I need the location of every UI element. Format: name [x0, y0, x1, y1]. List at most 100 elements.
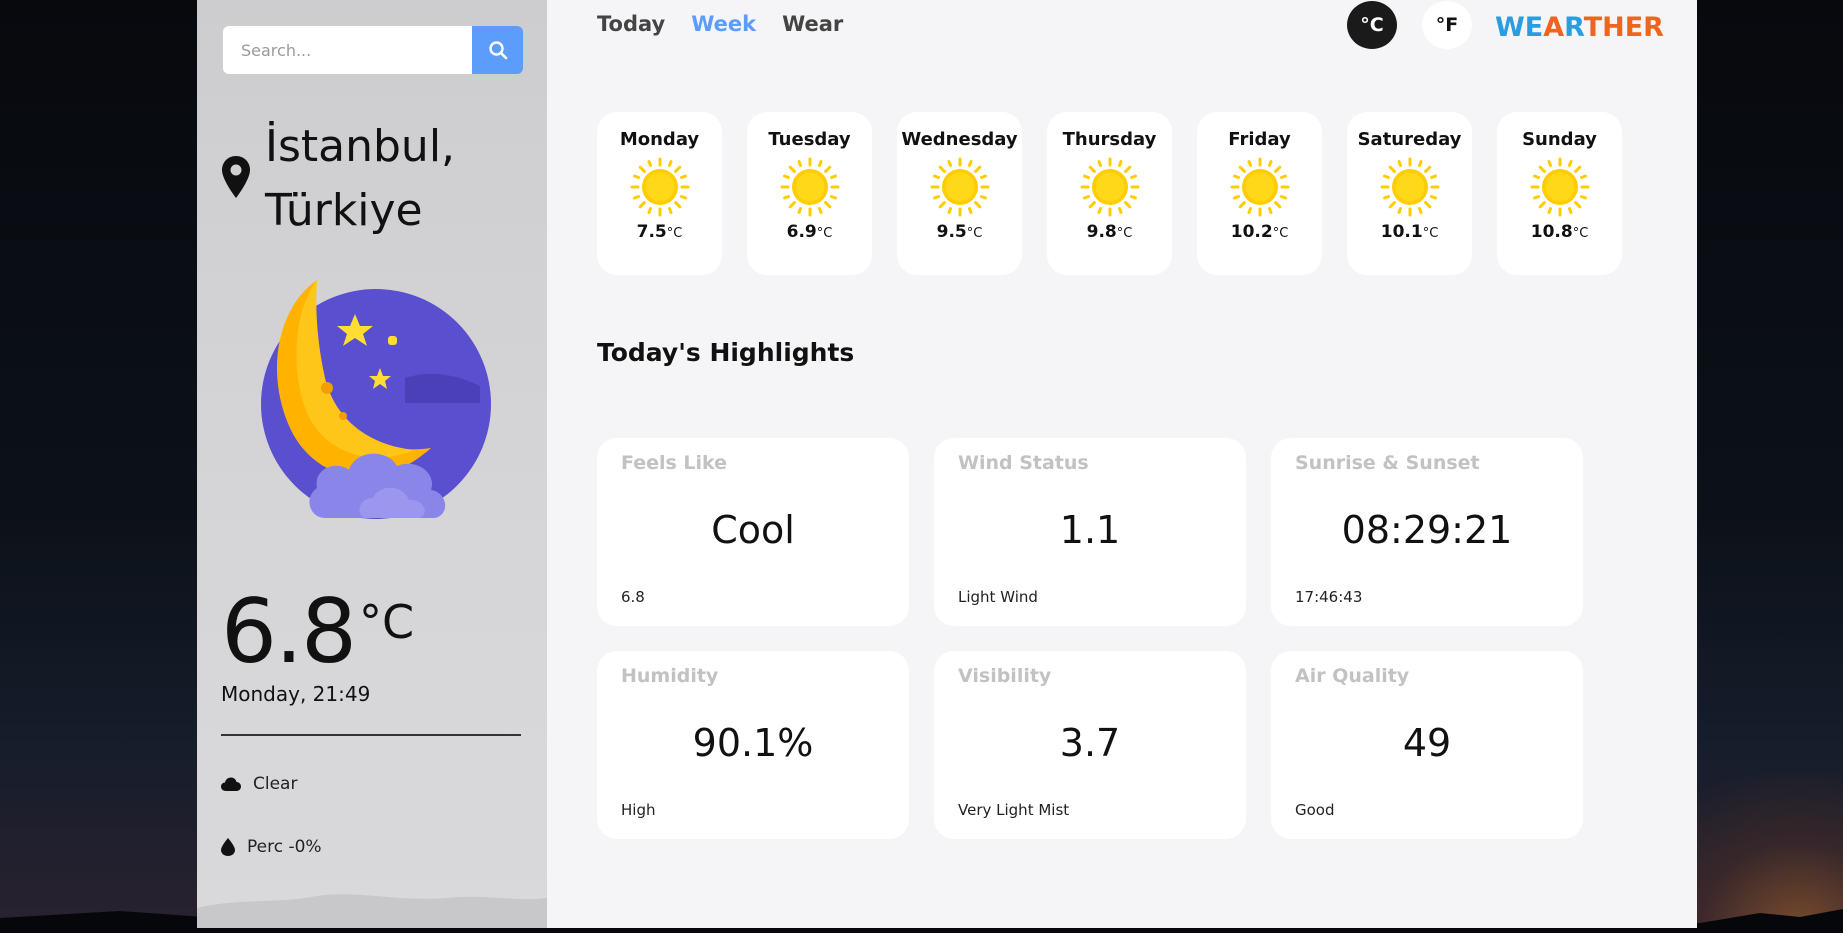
tab-today[interactable]: Today: [597, 12, 665, 36]
day-card-tuesday[interactable]: Tuesday 6.9°C: [747, 112, 872, 275]
app-window: İstanbul, Türkiye 6.8 °C Monday, 21:49: [197, 0, 1697, 928]
map-pin-icon: [222, 156, 250, 198]
app-logo: WEARTHER: [1495, 12, 1664, 43]
day-temp-value: 10.2: [1230, 222, 1273, 242]
sun-icon: [1080, 157, 1139, 217]
highlight-sub: 17:46:43: [1295, 588, 1363, 606]
day-card-sunday[interactable]: Sunday 10.8°C: [1497, 112, 1622, 275]
highlight-value: 90.1%: [692, 721, 814, 765]
day-card-friday[interactable]: Friday 10.2°C: [1197, 112, 1322, 275]
day-temp: 9.5°C: [937, 222, 983, 242]
location: İstanbul, Türkiye: [221, 115, 455, 243]
highlight-wind-status: Wind Status 1.1 Light Wind: [934, 438, 1246, 626]
precipitation-row: Perc -0%: [221, 837, 322, 857]
day-temp: 10.8°C: [1531, 222, 1589, 242]
sidebar-divider: [221, 734, 521, 736]
highlight-sunrise-sunset: Sunrise & Sunset 08:29:21 17:46:43: [1271, 438, 1583, 626]
day-temp: 10.1°C: [1381, 222, 1439, 242]
highlight-sub: Light Wind: [958, 588, 1038, 606]
current-datetime: Monday, 21:49: [221, 682, 371, 706]
day-card-wednesday[interactable]: Wednesday 9.5°C: [897, 112, 1022, 275]
logo-part-1: WE: [1495, 12, 1544, 43]
day-card-monday[interactable]: Monday 7.5°C: [597, 112, 722, 275]
day-temp-value: 10.8: [1530, 222, 1573, 242]
day-temp: 7.5°C: [637, 222, 683, 242]
highlight-title: Air Quality: [1295, 665, 1410, 687]
day-name: Sunday: [1522, 129, 1597, 150]
highlight-title: Visibility: [958, 665, 1052, 687]
sun-icon: [1530, 157, 1589, 217]
search-icon: [488, 41, 507, 60]
moon-night-icon: [261, 280, 491, 519]
highlight-title: Wind Status: [958, 452, 1089, 474]
current-temp-unit: °C: [358, 595, 415, 649]
day-temp-unit: °C: [1572, 226, 1589, 241]
day-temp-value: 10.1: [1380, 222, 1423, 242]
day-temp-value: 9.8: [1086, 222, 1117, 242]
highlight-title: Humidity: [621, 665, 719, 687]
tab-week[interactable]: Week: [691, 12, 756, 36]
location-country: Türkiye: [265, 185, 423, 236]
day-temp-value: 7.5: [636, 222, 667, 242]
week-forecast: Monday 7.5°C Tuesday 6.9°C Wednesday 9.5…: [597, 112, 1622, 275]
highlight-feels-like: Feels Like Cool 6.8: [597, 438, 909, 626]
day-temp-unit: °C: [1272, 226, 1289, 241]
day-temp-value: 6.9: [786, 222, 817, 242]
sun-icon: [1380, 157, 1439, 217]
day-name: Tuesday: [768, 129, 851, 150]
logo-part-4: THER: [1583, 12, 1664, 43]
sun-icon: [930, 157, 989, 217]
current-temp-value: 6.8: [221, 580, 357, 683]
highlight-sub: 6.8: [621, 588, 645, 606]
day-name: Satureday: [1357, 129, 1462, 150]
highlight-air-quality: Air Quality 49 Good: [1271, 651, 1583, 839]
main-panel: Today Week Wear °C °F WEARTHER Monday 7.…: [547, 0, 1697, 928]
highlight-value: 3.7: [1059, 721, 1121, 765]
day-temp: 10.2°C: [1231, 222, 1289, 242]
search-input[interactable]: [223, 26, 472, 74]
fahrenheit-button[interactable]: °F: [1422, 1, 1472, 49]
current-temperature: 6.8 °C: [221, 582, 414, 682]
highlight-title: Feels Like: [621, 452, 728, 474]
tab-wear[interactable]: Wear: [782, 12, 843, 36]
day-temp-unit: °C: [666, 226, 683, 241]
day-temp-value: 9.5: [936, 222, 967, 242]
day-name: Wednesday: [901, 129, 1018, 150]
view-tabs: Today Week Wear: [597, 12, 843, 36]
cloud-icon: [221, 777, 241, 791]
logo-part-3: R: [1564, 12, 1584, 43]
condition-row: Clear: [221, 774, 297, 794]
day-temp: 6.9°C: [787, 222, 833, 242]
highlight-sub: High: [621, 801, 656, 819]
sun-icon: [780, 157, 839, 217]
location-name: İstanbul, Türkiye: [265, 115, 455, 243]
day-temp-unit: °C: [1422, 226, 1439, 241]
day-card-thursday[interactable]: Thursday 9.8°C: [1047, 112, 1172, 275]
precipitation-label: Perc -0%: [247, 837, 322, 857]
celsius-button[interactable]: °C: [1347, 1, 1397, 49]
highlight-title: Sunrise & Sunset: [1295, 452, 1480, 474]
day-name: Monday: [619, 129, 700, 150]
highlight-value: 1.1: [1059, 508, 1121, 552]
day-name: Friday: [1228, 129, 1291, 150]
day-card-saturday[interactable]: Satureday 10.1°C: [1347, 112, 1472, 275]
logo-part-2: A: [1543, 12, 1565, 43]
highlights-grid: Feels Like Cool 6.8 Wind Status 1.1 Ligh…: [597, 438, 1583, 839]
day-name: Thursday: [1062, 129, 1157, 150]
highlights-title: Today's Highlights: [597, 338, 855, 367]
day-temp: 9.8°C: [1087, 222, 1133, 242]
highlight-value: Cool: [711, 508, 795, 552]
sidebar: İstanbul, Türkiye 6.8 °C Monday, 21:49: [197, 0, 547, 928]
highlight-visibility: Visibility 3.7 Very Light Mist: [934, 651, 1246, 839]
highlight-value: 49: [1402, 721, 1452, 765]
location-city: İstanbul,: [265, 121, 456, 172]
search-bar: [223, 26, 523, 74]
sun-icon: [630, 157, 689, 217]
highlight-value: 08:29:21: [1341, 508, 1513, 552]
search-button[interactable]: [472, 26, 523, 74]
day-temp-unit: °C: [966, 226, 983, 241]
droplet-icon: [221, 838, 235, 856]
highlight-humidity: Humidity 90.1% High: [597, 651, 909, 839]
day-temp-unit: °C: [1116, 226, 1133, 241]
sun-icon: [1230, 157, 1289, 217]
